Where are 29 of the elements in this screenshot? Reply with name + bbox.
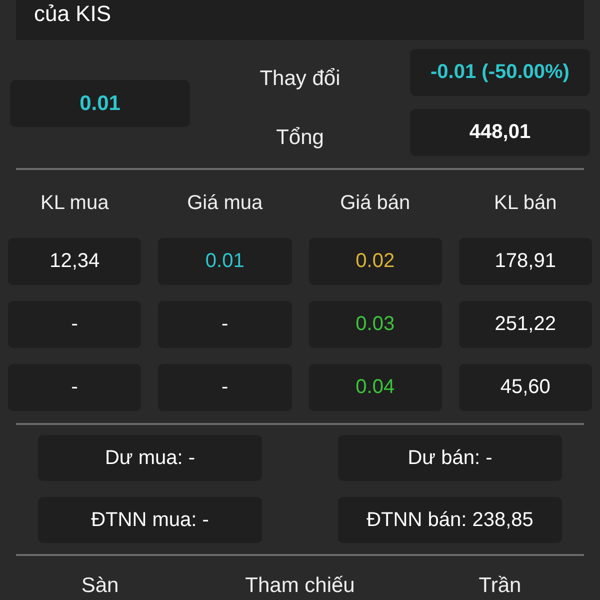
table-cell: - bbox=[8, 301, 142, 348]
balance-field: ĐTNN mua: - bbox=[38, 497, 262, 543]
table-cell: - bbox=[158, 364, 292, 411]
column-header: Giá bán bbox=[339, 192, 412, 216]
limit-label: Trần bbox=[478, 574, 522, 598]
table-cell: 0.03 bbox=[308, 301, 442, 348]
table-cell: 178,91 bbox=[458, 238, 592, 285]
balance-field: Dư bán: - bbox=[338, 435, 562, 481]
table-cell: 251,22 bbox=[458, 301, 592, 348]
total-value: 448,01 bbox=[410, 108, 590, 156]
column-header: KL bán bbox=[493, 192, 558, 216]
table-cell: 0.01 bbox=[158, 238, 292, 285]
balance-field: ĐTNN bán: 238,85 bbox=[338, 497, 562, 543]
limit-label: Tham chiếu bbox=[244, 574, 356, 598]
table-cell: - bbox=[158, 301, 292, 348]
table-cell: 12,34 bbox=[8, 238, 142, 285]
balance-field: Dư mua: - bbox=[38, 435, 262, 481]
price-value: 0.01 bbox=[10, 80, 190, 127]
table-cell: 0.04 bbox=[308, 364, 442, 411]
total-label: Tổng bbox=[276, 126, 324, 150]
limit-label: Sàn bbox=[80, 574, 120, 598]
table-cell: 0.02 bbox=[308, 238, 442, 285]
header-text: của KIS bbox=[34, 2, 112, 26]
table-cell: - bbox=[8, 364, 142, 411]
change-label: Thay đổi bbox=[260, 66, 340, 91]
table-cell: 45,60 bbox=[458, 364, 592, 411]
column-header: KL mua bbox=[40, 192, 110, 216]
column-header: Giá mua bbox=[186, 192, 264, 216]
change-value: -0.01 (-50.00%) bbox=[410, 49, 590, 96]
